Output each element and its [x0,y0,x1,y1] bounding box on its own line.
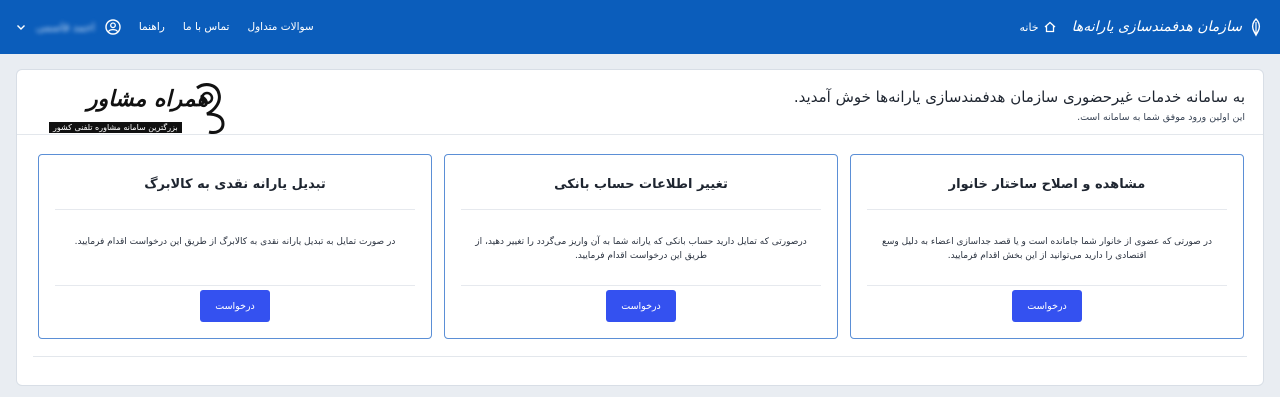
nav-faq[interactable]: سوالات متداول [247,21,313,33]
brand-area: سازمان هدفمندسازی یارانه‌ها خانه [1020,0,1265,54]
card-description: درصورتی که تمایل دارید حساب بانکی که یار… [475,237,807,261]
top-navbar: سازمان هدفمندسازی یارانه‌ها خانه احمد قا… [0,0,1280,54]
home-link[interactable]: خانه [1020,21,1056,34]
nav-contact[interactable]: تماس با ما [183,21,230,33]
header-divider [17,134,1263,135]
user-menu[interactable]: احمد قاسمی [16,19,121,35]
card-divider [867,285,1227,286]
card-description: در صورتی که عضوی از خانوار شما جامانده ا… [882,237,1212,261]
iran-emblem-icon [1251,18,1261,37]
chevron-down-icon[interactable] [16,22,26,32]
home-icon [1044,21,1056,33]
service-cards: مشاهده و اصلاح ساختار خانوار در صورتی که… [38,154,1244,339]
footer-divider [33,356,1247,357]
user-avatar-icon[interactable] [105,19,121,35]
logo-tagline: بزرگترین سامانه مشاوره تلفنی کشور [49,122,182,133]
card-divider [55,285,415,286]
card-title: تبدیل یارانه نقدی به کالابرگ [144,177,326,192]
brand-title: سازمان هدفمندسازی یارانه‌ها [1071,19,1242,35]
welcome-subtitle: این اولین ورود موفق شما به سامانه است. [1077,112,1245,123]
card-household-structure: مشاهده و اصلاح ساختار خانوار در صورتی که… [850,154,1244,339]
welcome-block: به سامانه خدمات غیرحضوری سازمان هدفمندسا… [794,88,1245,123]
card-title: مشاهده و اصلاح ساختار خانوار [948,177,1146,192]
card-divider [55,209,415,210]
user-nav: احمد قاسمی راهنما تماس با ما سوالات متدا… [16,0,314,54]
main-panel: به سامانه خدمات غیرحضوری سازمان هدفمندسا… [16,69,1264,386]
watermark-logo: همراه مشاور بزرگترین سامانه مشاوره تلفنی… [47,80,237,140]
welcome-title: به سامانه خدمات غیرحضوری سازمان هدفمندسا… [793,88,1245,106]
card-divider [461,209,821,210]
brand-link[interactable]: سازمان هدفمندسازی یارانه‌ها [1072,17,1264,37]
card-bank-account: تغییر اطلاعات حساب بانکی درصورتی که تمای… [444,154,838,339]
card-title: تغییر اطلاعات حساب بانکی [554,177,728,192]
request-button[interactable]: درخواست [606,290,676,322]
home-label: خانه [1019,20,1039,34]
card-description: در صورت تمایل به تبدیل یارانه نقدی به کا… [74,237,396,247]
logo-name: همراه مشاور [87,86,209,112]
card-divider [461,285,821,286]
request-button[interactable]: درخواست [1012,290,1082,322]
card-kalabarg-conversion: تبدیل یارانه نقدی به کالابرگ در صورت تما… [38,154,432,339]
user-name: احمد قاسمی [36,20,95,34]
nav-help[interactable]: راهنما [139,21,165,33]
request-button[interactable]: درخواست [200,290,270,322]
card-divider [867,209,1227,210]
